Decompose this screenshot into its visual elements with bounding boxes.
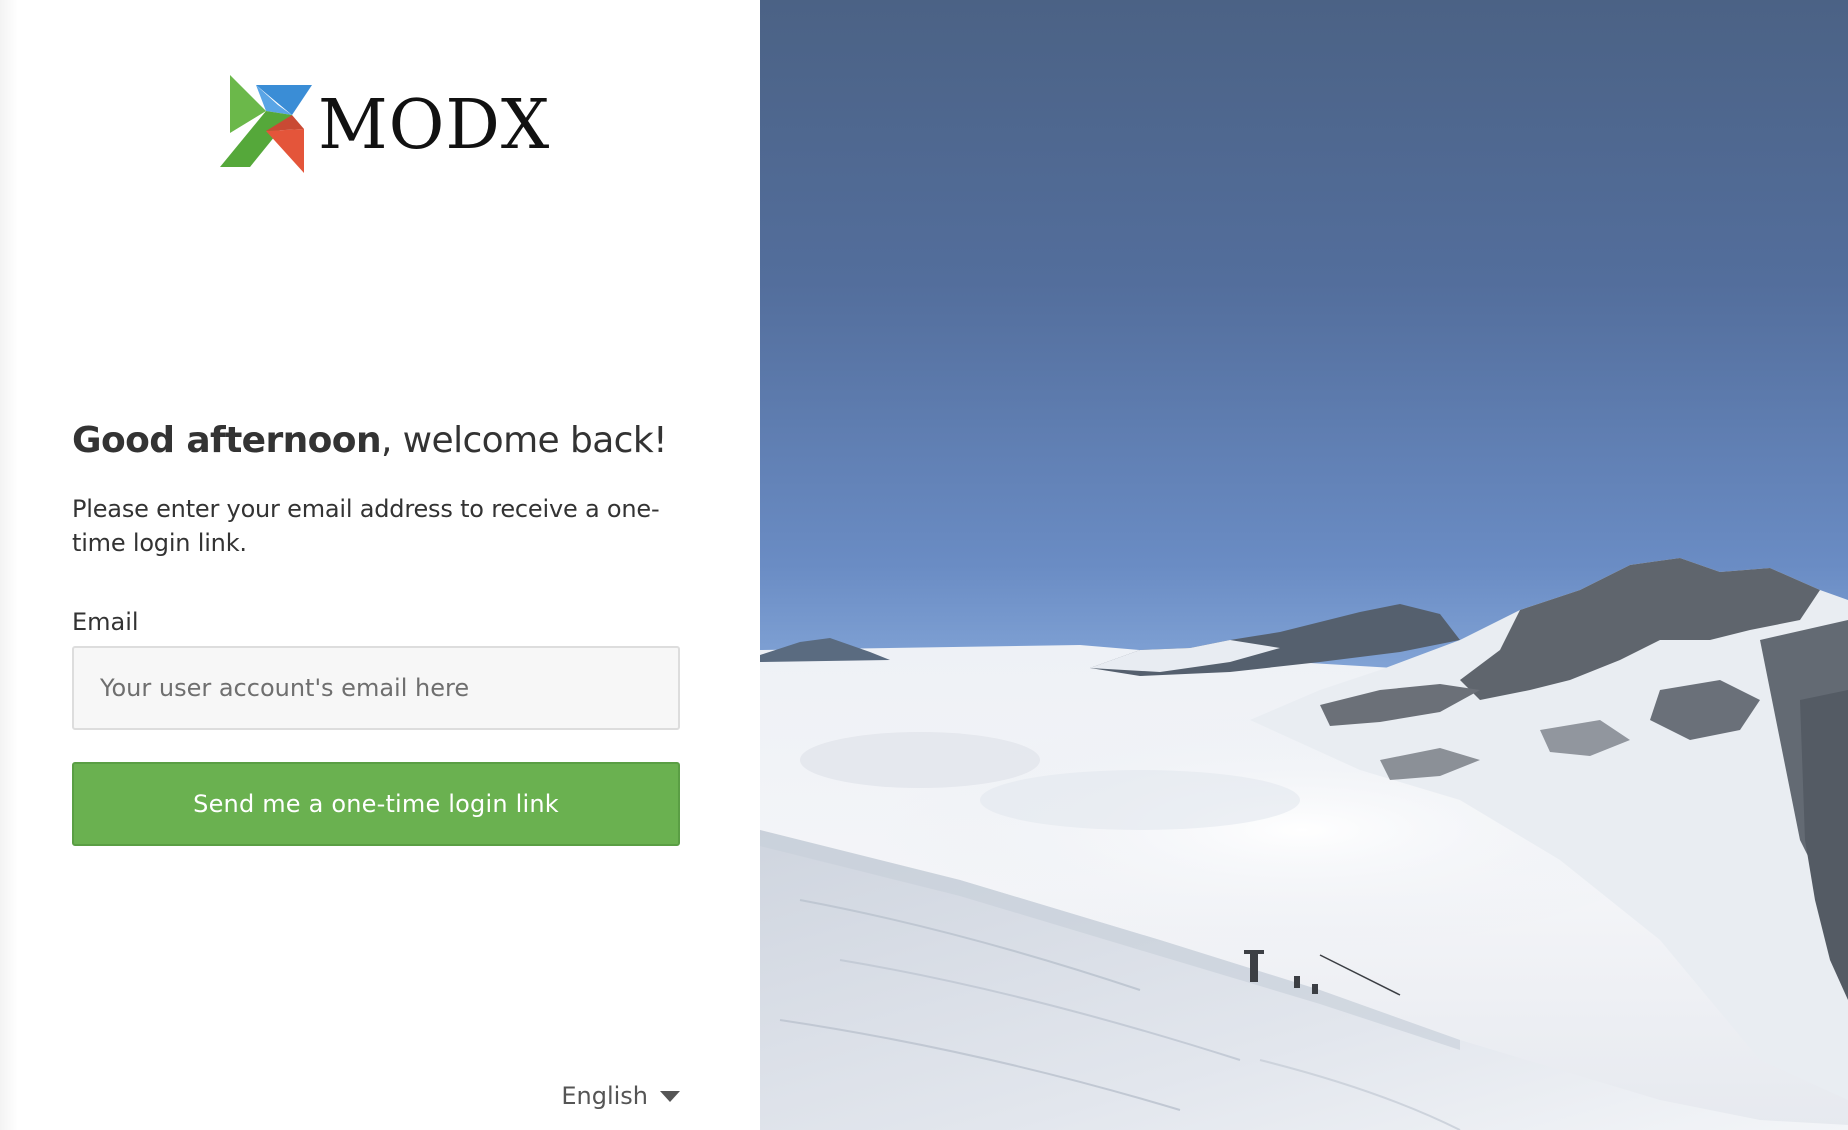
modx-logo-icon — [220, 75, 312, 173]
modx-logo[interactable]: MODX — [220, 74, 549, 174]
caret-down-icon — [660, 1090, 680, 1102]
email-field[interactable] — [72, 646, 680, 730]
background-scenery — [760, 0, 1848, 1130]
language-label: English — [561, 1082, 648, 1110]
greeting-welcome: , welcome back! — [380, 420, 668, 461]
email-label: Email — [72, 608, 139, 636]
language-selector[interactable]: English — [561, 1082, 680, 1110]
login-page: MODX Good afternoon, welcome back! Pleas… — [0, 0, 1848, 1130]
send-login-link-button[interactable]: Send me a one-time login link — [72, 762, 680, 846]
login-panel: MODX Good afternoon, welcome back! Pleas… — [0, 0, 760, 1130]
greeting-time: Good afternoon — [72, 420, 382, 461]
brand-name: MODX — [318, 86, 551, 165]
mountain-landscape-image — [760, 0, 1848, 1130]
login-instructions: Please enter your email address to recei… — [72, 495, 660, 557]
greeting-heading: Good afternoon, welcome back! — [72, 420, 668, 461]
